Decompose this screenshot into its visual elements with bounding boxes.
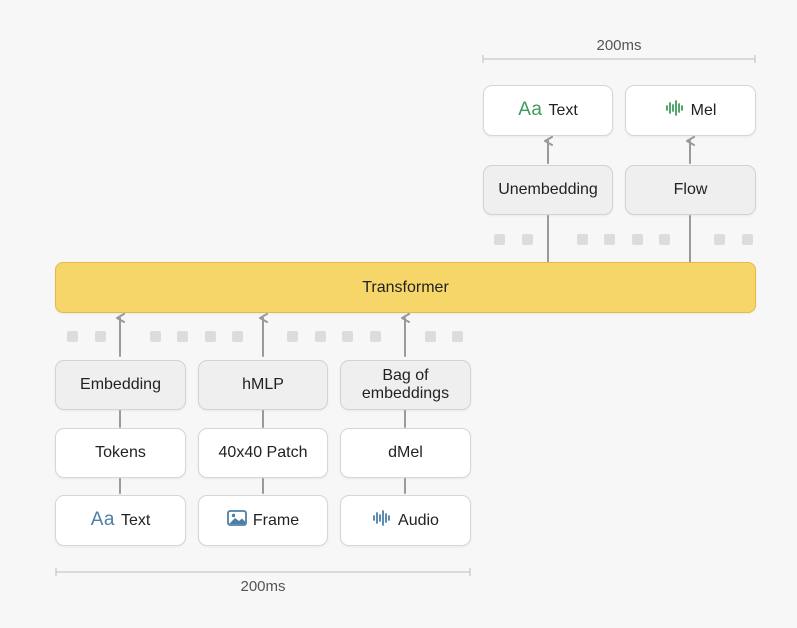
token-square (494, 234, 505, 245)
waveform-icon (665, 100, 685, 121)
input-frame-box: Frame (198, 495, 328, 546)
bag-of-embeddings-box: Bag of embeddings (340, 360, 471, 410)
embedding-box: Embedding (55, 360, 186, 410)
output-text-label: Text (548, 101, 578, 119)
input-text-box: Aa Text (55, 495, 186, 546)
token-square (94, 331, 106, 342)
token-square (232, 331, 243, 342)
token-square (369, 331, 381, 342)
output-mel-box: Mel (625, 85, 756, 136)
input-text-label: Text (120, 511, 151, 529)
transformer-block: Transformer (55, 262, 756, 313)
output-text-box: Aa Text (483, 85, 613, 136)
top-duration-bracket (482, 55, 756, 63)
token-square (452, 331, 463, 342)
bottom-duration-label: 200ms (240, 578, 286, 595)
top-duration-label: 200ms (596, 37, 642, 54)
input-frame-label: Frame (252, 511, 300, 529)
bag-of-embeddings-label: Bag of embeddings (361, 367, 450, 402)
output-mel-label: Mel (690, 101, 717, 119)
token-square (287, 331, 298, 342)
token-square (604, 234, 615, 245)
token-square (342, 331, 353, 342)
bottom-duration-bracket (55, 568, 471, 576)
token-square (67, 331, 78, 342)
token-square (149, 331, 161, 342)
token-square (424, 331, 436, 342)
token-square (314, 331, 326, 342)
input-audio-box: Audio (340, 495, 471, 546)
patch-box: 40x40 Patch (198, 428, 328, 478)
token-square (521, 234, 533, 245)
token-square (659, 234, 670, 245)
dmel-box: dMel (340, 428, 471, 478)
token-square (204, 331, 216, 342)
text-icon: Aa (90, 509, 115, 531)
waveform-icon (372, 510, 392, 531)
hmlp-box: hMLP (198, 360, 328, 410)
token-square (714, 234, 725, 245)
unembedding-box: Unembedding (483, 165, 613, 215)
tokens-box: Tokens (55, 428, 186, 478)
token-square (576, 234, 588, 245)
image-icon (226, 510, 247, 531)
input-audio-label: Audio (398, 511, 439, 529)
token-square (631, 234, 643, 245)
token-square (177, 331, 188, 342)
flow-box: Flow (625, 165, 756, 215)
text-icon: Aa (518, 99, 543, 121)
token-square (741, 234, 753, 245)
